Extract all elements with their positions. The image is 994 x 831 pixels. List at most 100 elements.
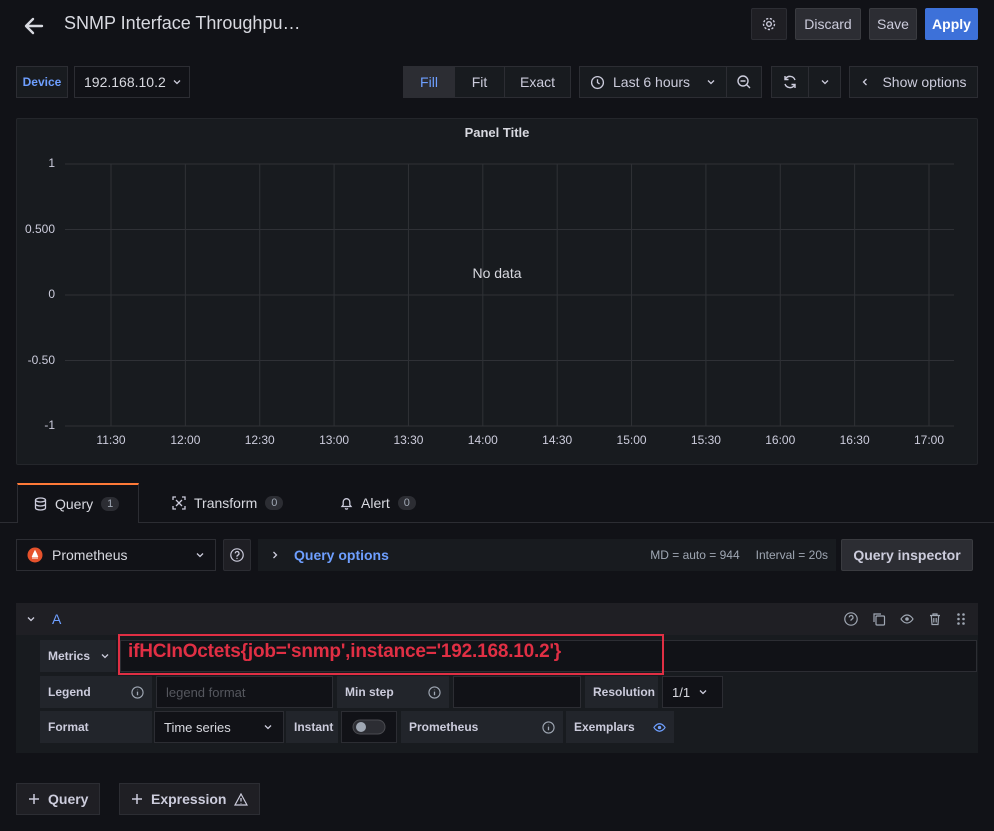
query-inspector-button[interactable]: Query inspector xyxy=(841,539,973,571)
chevron-down-icon[interactable] xyxy=(26,614,36,624)
info-icon[interactable] xyxy=(131,685,144,699)
plus-icon xyxy=(132,794,142,804)
trash-icon[interactable] xyxy=(928,612,942,626)
settings-button[interactable] xyxy=(751,8,787,40)
format-label: Format xyxy=(48,720,89,734)
resolution-select[interactable]: 1/1 xyxy=(662,676,723,708)
refresh-button[interactable] xyxy=(771,66,809,98)
instant-label-box: Instant xyxy=(286,711,338,743)
tab-query-count: 1 xyxy=(101,497,120,511)
refresh-interval-dropdown[interactable] xyxy=(808,66,841,98)
tab-alert[interactable]: Alert 0 xyxy=(324,483,432,523)
clock-icon xyxy=(590,75,605,89)
eye-icon[interactable] xyxy=(900,612,914,626)
y-tick-label: 1 xyxy=(48,156,55,170)
show-options-label: Show options xyxy=(882,74,967,90)
tabs-divider xyxy=(0,522,994,523)
view-mode-fit[interactable]: Fit xyxy=(454,66,505,98)
metrics-browser-button[interactable]: Metrics xyxy=(40,640,116,672)
x-tick-label: 13:30 xyxy=(393,433,424,447)
query-options-bar[interactable]: Query options MD = auto = 944 Interval =… xyxy=(258,539,836,571)
eye-icon[interactable] xyxy=(653,721,666,734)
x-tick-label: 13:00 xyxy=(319,433,350,447)
view-mode-exact[interactable]: Exact xyxy=(504,66,571,98)
tab-query[interactable]: Query 1 xyxy=(17,483,139,523)
instant-label: Instant xyxy=(294,720,334,734)
legend-format-input[interactable]: legend format xyxy=(156,676,333,708)
chevron-down-icon xyxy=(264,725,272,730)
info-icon[interactable] xyxy=(428,685,441,699)
help-icon[interactable] xyxy=(844,612,858,626)
tab-transform-count: 0 xyxy=(265,496,284,510)
tab-alert-count: 0 xyxy=(397,496,416,510)
tab-query-label: Query xyxy=(55,496,94,512)
x-tick-label: 15:00 xyxy=(616,433,647,447)
plus-icon xyxy=(29,794,39,804)
back-arrow-icon[interactable] xyxy=(22,14,46,38)
query-options-label: Query options xyxy=(294,547,389,563)
instant-toggle-switch[interactable] xyxy=(352,718,386,736)
zoom-out-icon xyxy=(737,75,751,89)
exemplars-label-box: Exemplars xyxy=(566,711,674,743)
format-value: Time series xyxy=(164,719,231,735)
resolution-label: Resolution xyxy=(593,685,655,699)
gear-icon xyxy=(762,17,776,31)
zoom-out-button[interactable] xyxy=(726,66,762,98)
format-label-box: Format xyxy=(40,711,152,743)
dashboard-title: SNMP Interface Throughpu… xyxy=(64,13,301,33)
add-expression-label: Expression xyxy=(151,791,227,807)
add-query-button[interactable]: Query xyxy=(16,783,101,815)
info-icon[interactable] xyxy=(542,720,555,734)
view-mode-fill[interactable]: Fill xyxy=(403,66,455,98)
x-tick-label: 12:00 xyxy=(170,433,201,447)
datasource-help-button[interactable] xyxy=(223,539,251,571)
chevron-left-icon xyxy=(863,78,868,86)
y-tick-label: 0.500 xyxy=(24,221,55,236)
interval-info: Interval = 20s xyxy=(755,548,828,562)
device-value: 192.168.10.2 xyxy=(84,74,166,90)
time-range-picker[interactable]: Last 6 hours xyxy=(579,66,727,98)
no-data-message: No data xyxy=(472,265,522,281)
drag-handle-icon[interactable] xyxy=(956,612,966,626)
instant-toggle-box[interactable] xyxy=(341,711,397,743)
resolution-value: 1/1 xyxy=(672,684,691,700)
legend-placeholder: legend format xyxy=(166,684,246,700)
chevron-down-icon xyxy=(196,553,204,558)
y-tick-label: 0 xyxy=(48,287,55,301)
x-tick-label: 16:30 xyxy=(839,433,870,447)
chevron-down-icon xyxy=(699,690,707,695)
y-tick-label: -0.50 xyxy=(27,352,55,367)
max-data-points-info: MD = auto = 944 xyxy=(650,548,740,562)
database-icon xyxy=(34,497,47,511)
add-expression-button[interactable]: Expression xyxy=(119,783,261,815)
tab-transform[interactable]: Transform 0 xyxy=(156,483,299,523)
save-button[interactable]: Save xyxy=(869,8,917,40)
chevron-right-icon xyxy=(273,551,278,559)
show-options-button[interactable]: Show options xyxy=(849,66,978,98)
time-range-label: Last 6 hours xyxy=(613,74,691,90)
metrics-query-text: ifHCInOctets{job='snmp',instance='192.16… xyxy=(128,641,561,662)
variable-label: Device xyxy=(16,66,68,98)
warning-icon xyxy=(234,792,249,806)
min-step-input[interactable] xyxy=(453,676,581,708)
legend-label-box: Legend xyxy=(40,676,152,708)
chevron-down-icon xyxy=(821,80,828,85)
min-step-label-box: Min step xyxy=(337,676,449,708)
prometheus-label: Prometheus xyxy=(409,720,479,734)
x-tick-label: 17:00 xyxy=(913,433,945,447)
y-tick-label: -1 xyxy=(44,418,55,432)
prometheus-label-box: Prometheus xyxy=(401,711,563,743)
discard-button[interactable]: Discard xyxy=(795,8,861,40)
x-tick-label: 14:00 xyxy=(467,433,498,447)
resolution-label-box: Resolution xyxy=(585,676,658,708)
min-step-label: Min step xyxy=(345,685,394,699)
format-select[interactable]: Time series xyxy=(154,711,284,743)
device-variable-select[interactable]: 192.168.10.2 xyxy=(74,66,190,98)
copy-icon[interactable] xyxy=(872,612,886,626)
apply-button[interactable]: Apply xyxy=(925,8,978,40)
datasource-select[interactable]: Prometheus xyxy=(16,539,216,571)
panel-preview[interactable]: Panel Title 1 0.500 0 -0.50 -1 11:30 12:00 12:… xyxy=(16,118,978,465)
metrics-label: Metrics xyxy=(48,649,91,663)
tab-alert-label: Alert xyxy=(361,495,390,511)
query-row-header[interactable]: A xyxy=(16,603,978,635)
